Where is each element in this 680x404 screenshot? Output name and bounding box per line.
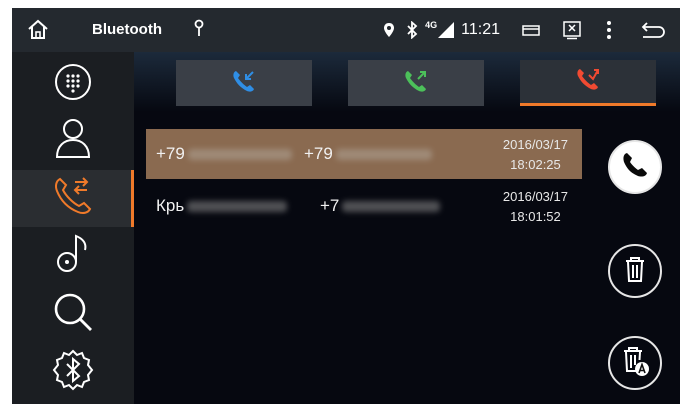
call-log-panel: +79 +79 2016/03/17 18:02:25 Крь +7 2016/… <box>134 52 680 404</box>
search-icon <box>51 290 95 339</box>
call-time: 18:01:52 <box>510 209 561 224</box>
tab-missed-calls[interactable] <box>520 60 656 106</box>
close-window-icon[interactable] <box>562 20 582 40</box>
incoming-call-icon <box>231 68 257 99</box>
contacts-icon <box>53 116 93 165</box>
call-date: 2016/03/17 <box>502 137 568 152</box>
call-time: 18:02:25 <box>510 157 561 172</box>
caller-number: +7 <box>320 196 340 215</box>
missed-call-icon <box>575 66 601 97</box>
sidebar-item-contacts[interactable] <box>12 112 134 169</box>
home-icon[interactable] <box>26 18 50 42</box>
redacted-text <box>335 149 432 161</box>
redacted-text <box>187 201 288 213</box>
delete-button[interactable] <box>608 244 662 298</box>
bluetooth-settings-icon <box>51 348 95 397</box>
redacted-text <box>342 201 441 213</box>
call-button[interactable] <box>608 140 662 194</box>
delete-all-button[interactable] <box>608 336 662 390</box>
call-row-1[interactable]: +79 +79 2016/03/17 18:02:25 <box>146 129 582 179</box>
call-timestamp: 2016/03/17 18:02:25 <box>503 135 568 175</box>
head-unit-screen: Bluetooth 4G 11:21 +79 +79 2016/03/17 18… <box>12 8 680 404</box>
caller-name: +79 <box>156 144 185 163</box>
more-icon[interactable] <box>606 20 612 40</box>
sidebar-item-call-log[interactable] <box>12 170 134 227</box>
phone-icon <box>620 150 650 185</box>
sidebar-item-search[interactable] <box>12 286 134 343</box>
dialpad-icon <box>53 62 93 107</box>
call-timestamp: 2016/03/17 18:01:52 <box>503 187 568 227</box>
call-log-icon <box>51 174 95 223</box>
sidebar-item-music[interactable] <box>12 228 134 285</box>
trash-icon <box>620 254 650 289</box>
bluetooth-status-icon <box>405 21 419 39</box>
outgoing-call-icon <box>403 68 429 99</box>
caller-number: +79 <box>304 144 333 163</box>
sidebar-item-bluetooth-settings[interactable] <box>12 344 134 401</box>
usb-icon <box>192 19 206 44</box>
caller-name: Крь <box>156 196 185 215</box>
redacted-text <box>187 149 292 161</box>
signal-icon: 4G <box>425 20 455 39</box>
delete-all-icon <box>619 345 651 382</box>
tab-incoming-calls[interactable] <box>176 60 312 106</box>
back-icon[interactable] <box>640 20 666 40</box>
status-bar: Bluetooth 4G 11:21 <box>12 8 680 52</box>
call-row-2[interactable]: Крь +7 2016/03/17 18:01:52 <box>146 181 582 231</box>
tab-outgoing-calls[interactable] <box>348 60 484 106</box>
clock: 11:21 <box>461 21 500 38</box>
call-date: 2016/03/17 <box>502 189 568 204</box>
location-icon <box>383 22 395 38</box>
sidebar <box>12 52 134 404</box>
music-icon <box>53 232 93 281</box>
sidebar-item-dialpad[interactable] <box>12 56 134 113</box>
window-icon[interactable] <box>522 23 540 37</box>
app-title: Bluetooth <box>92 21 162 38</box>
network-type: 4G <box>425 20 438 30</box>
